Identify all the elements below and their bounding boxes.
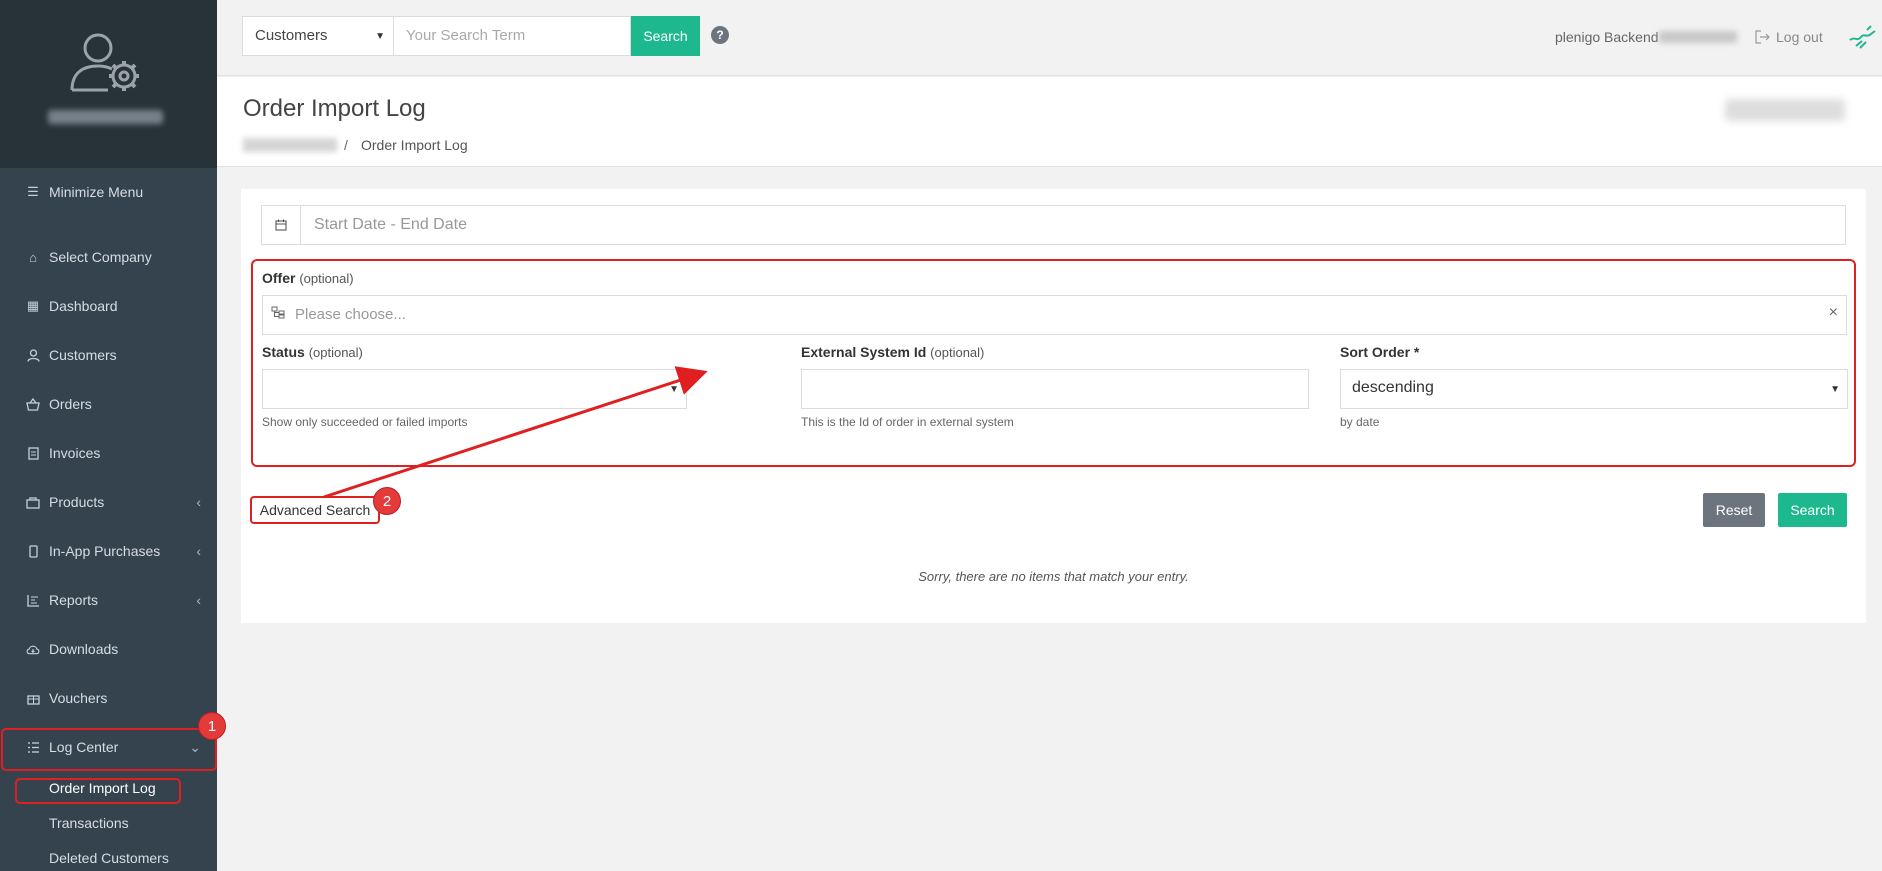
offer-placeholder: Please choose... bbox=[295, 306, 406, 323]
cloud-download-icon bbox=[26, 642, 40, 656]
header-action-redacted[interactable] bbox=[1725, 99, 1845, 121]
annotation-box-log-center bbox=[1, 728, 217, 771]
sidebar-item-downloads[interactable]: Downloads bbox=[0, 631, 217, 667]
gift-icon bbox=[26, 691, 40, 705]
tree-icon bbox=[271, 306, 285, 322]
external-id-input[interactable] bbox=[801, 369, 1309, 409]
box-icon bbox=[26, 495, 40, 509]
status-select[interactable]: ▼ bbox=[262, 369, 687, 409]
page-title: Order Import Log bbox=[243, 95, 426, 122]
mobile-icon bbox=[26, 544, 40, 558]
sidebar-item-select-company[interactable]: ⌂ Select Company bbox=[0, 239, 217, 275]
chevron-left-icon: ‹ bbox=[196, 592, 201, 608]
sidebar-item-label: Dashboard bbox=[49, 298, 118, 314]
external-id-help-text: This is the Id of order in external syst… bbox=[801, 415, 1014, 429]
optional-hint: (optional) bbox=[308, 345, 363, 360]
sidebar-item-products[interactable]: Products ‹ bbox=[0, 484, 217, 520]
sidebar-item-label: In-App Purchases bbox=[49, 543, 161, 559]
breadcrumb-root-redacted[interactable] bbox=[243, 138, 337, 152]
caret-down-icon: ▼ bbox=[1830, 384, 1840, 395]
sidebar-item-label: Products bbox=[49, 494, 105, 510]
document-icon bbox=[26, 446, 40, 460]
grid-icon: ▦ bbox=[26, 298, 40, 313]
status-label-text: Status bbox=[262, 344, 305, 360]
date-range-field[interactable]: Start Date - End Date bbox=[261, 205, 1846, 245]
annotation-badge-2: 2 bbox=[373, 487, 401, 515]
empty-results-message: Sorry, there are no items that match you… bbox=[918, 569, 1189, 584]
logout-link[interactable]: Log out bbox=[1755, 29, 1823, 45]
page-header: Order Import Log / Order Import Log bbox=[217, 77, 1882, 167]
search-scope-select[interactable]: Customers ▼ bbox=[242, 16, 394, 56]
home-icon: ⌂ bbox=[29, 249, 37, 265]
sidebar-item-dashboard[interactable]: ▦ Dashboard bbox=[0, 288, 217, 324]
caret-down-icon: ▼ bbox=[375, 31, 385, 42]
caret-down-icon: ▼ bbox=[669, 384, 679, 395]
calendar-icon bbox=[262, 206, 301, 244]
sidebar-item-customers[interactable]: Customers bbox=[0, 337, 217, 373]
search-scope-value: Customers bbox=[255, 27, 328, 44]
sort-order-label-text: Sort Order bbox=[1340, 344, 1411, 360]
sidebar-item-invoices[interactable]: Invoices bbox=[0, 435, 217, 471]
breadcrumb-current: Order Import Log bbox=[361, 137, 468, 153]
minimize-menu-button[interactable]: ☰ Minimize Menu bbox=[0, 174, 217, 210]
offer-field-label: Offer (optional) bbox=[262, 270, 354, 286]
sidebar-item-label: Invoices bbox=[49, 445, 101, 461]
user-settings-icon bbox=[70, 33, 139, 92]
global-search-button[interactable]: Search bbox=[631, 16, 700, 56]
global-search-input[interactable]: Your Search Term bbox=[394, 16, 631, 56]
sort-order-select[interactable]: descending ▼ bbox=[1340, 369, 1848, 409]
chart-icon bbox=[26, 593, 40, 607]
sidebar-item-in-app-purchases[interactable]: In-App Purchases ‹ bbox=[0, 533, 217, 569]
optional-hint: (optional) bbox=[930, 345, 985, 360]
user-name-redacted[interactable] bbox=[48, 110, 163, 124]
clear-icon[interactable]: × bbox=[1829, 304, 1838, 322]
advanced-search-button[interactable]: Advanced Search bbox=[250, 496, 380, 524]
status-field-label: Status (optional) bbox=[262, 344, 363, 360]
plenigo-logo-icon[interactable] bbox=[1847, 22, 1877, 52]
sort-order-field-label: Sort Order * bbox=[1340, 344, 1419, 360]
basket-icon bbox=[26, 397, 40, 411]
sidebar-item-label: Orders bbox=[49, 396, 92, 412]
sidebar-item-orders[interactable]: Orders bbox=[0, 386, 217, 422]
sidebar-item-reports[interactable]: Reports ‹ bbox=[0, 582, 217, 618]
backend-label: plenigo Backend bbox=[1555, 29, 1659, 45]
sort-order-value: descending bbox=[1352, 379, 1434, 396]
sort-order-help-text: by date bbox=[1340, 415, 1380, 429]
offer-label-text: Offer bbox=[262, 270, 296, 286]
user-icon bbox=[26, 348, 40, 362]
sidebar-item-label: Downloads bbox=[49, 641, 119, 657]
logout-icon bbox=[1755, 30, 1770, 44]
chevron-left-icon: ‹ bbox=[196, 494, 201, 510]
external-id-field-label: External System Id (optional) bbox=[801, 344, 984, 360]
offer-select[interactable]: Please choose... × bbox=[262, 295, 1847, 335]
required-mark: * bbox=[1413, 344, 1420, 360]
search-button[interactable]: Search bbox=[1778, 493, 1847, 527]
sidebar-item-label: Customers bbox=[49, 347, 117, 363]
filter-card: Start Date - End Date Offer (optional) P… bbox=[241, 189, 1866, 623]
sidebar-item-label: Reports bbox=[49, 592, 99, 608]
external-id-label-text: External System Id bbox=[801, 344, 927, 360]
hamburger-icon: ☰ bbox=[27, 184, 39, 199]
optional-hint: (optional) bbox=[299, 271, 354, 286]
annotation-badge-1: 1 bbox=[198, 712, 226, 740]
breadcrumb-separator: / bbox=[344, 137, 348, 153]
advanced-filters-panel: Offer (optional) Please choose... × Stat… bbox=[251, 259, 1856, 467]
sidebar-item-label: Vouchers bbox=[49, 690, 108, 706]
top-bar: Customers ▼ Your Search Term Search ? pl… bbox=[217, 0, 1882, 76]
sidebar-profile bbox=[0, 0, 217, 168]
chevron-left-icon: ‹ bbox=[196, 543, 201, 559]
help-icon[interactable]: ? bbox=[711, 26, 729, 44]
minimize-menu-label: Minimize Menu bbox=[49, 184, 144, 200]
reset-button[interactable]: Reset bbox=[1703, 493, 1765, 527]
sidebar-item-vouchers[interactable]: Vouchers bbox=[0, 680, 217, 716]
date-range-placeholder: Start Date - End Date bbox=[314, 216, 467, 233]
logout-label: Log out bbox=[1776, 29, 1823, 45]
status-help-text: Show only succeeded or failed imports bbox=[262, 415, 468, 429]
sidebar-subitem-deleted-customers[interactable]: Deleted Customers bbox=[49, 850, 169, 866]
backend-version-redacted bbox=[1659, 31, 1737, 43]
sidebar-item-label: Select Company bbox=[49, 249, 152, 265]
annotation-box-order-import-log bbox=[15, 778, 181, 804]
sidebar-subitem-transactions[interactable]: Transactions bbox=[49, 815, 129, 831]
